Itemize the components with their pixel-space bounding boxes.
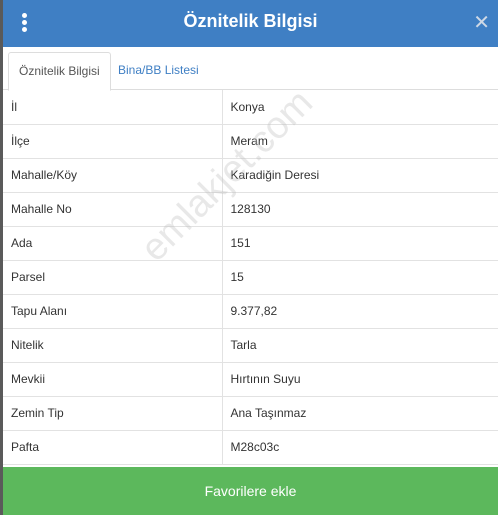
table-row: Parsel 15 xyxy=(3,260,498,295)
attribute-key: Zemin Tip xyxy=(3,396,223,431)
table-row: Mevkii Hırtının Suyu xyxy=(3,362,498,397)
table-row: Mahalle No 128130 xyxy=(3,192,498,227)
attribute-value: 128130 xyxy=(222,192,498,227)
attribute-value: Karadiğin Deresi xyxy=(222,158,498,193)
attribute-value: Ana Taşınmaz xyxy=(222,396,498,431)
attribute-key: İl xyxy=(3,90,223,125)
panel-header: Öznitelik Bilgisi ✕ xyxy=(3,0,498,47)
table-row: Nitelik Tarla xyxy=(3,328,498,363)
attribute-key: İlçe xyxy=(3,124,223,159)
attribute-key: Pafta xyxy=(3,430,223,465)
panel-title: Öznitelik Bilgisi xyxy=(183,11,318,31)
attribute-key: Parsel xyxy=(3,260,223,295)
attribute-key: Tapu Alanı xyxy=(3,294,223,329)
attribute-value: 9.377,82 xyxy=(222,294,498,329)
attribute-value: Konya xyxy=(222,90,498,125)
table-row: İl Konya xyxy=(3,90,498,125)
table-row: Mahalle/Köy Karadiğin Deresi xyxy=(3,158,498,193)
table-row: Zemin Tip Ana Taşınmaz xyxy=(3,396,498,431)
add-to-favorites-button[interactable]: Favorilere ekle xyxy=(3,467,498,515)
attribute-value: Hırtının Suyu xyxy=(222,362,498,397)
attribute-value: 151 xyxy=(222,226,498,261)
attribute-table: İl Konya İlçe Meram Mahalle/Köy Karadiğin D… xyxy=(3,90,498,465)
table-row: İlçe Meram xyxy=(3,124,498,159)
attribute-key: Ada xyxy=(3,226,223,261)
attribute-key: Mahalle No xyxy=(3,192,223,227)
attribute-value: Meram xyxy=(222,124,498,159)
attribute-value: 15 xyxy=(222,260,498,295)
close-icon[interactable]: ✕ xyxy=(473,12,490,34)
attribute-value: Tarla xyxy=(222,328,498,363)
attribute-key: Nitelik xyxy=(3,328,223,363)
tab-building-list[interactable]: Bina/BB Listesi xyxy=(108,52,209,91)
tab-attribute-info[interactable]: Öznitelik Bilgisi xyxy=(8,52,111,91)
table-row: Pafta M28c03c xyxy=(3,430,498,465)
attribute-value: M28c03c xyxy=(222,430,498,465)
attribute-key: Mevkii xyxy=(3,362,223,397)
table-row: Ada 151 xyxy=(3,226,498,261)
attribute-panel: Öznitelik Bilgisi ✕ Öznitelik Bilgisi Bi… xyxy=(3,0,498,515)
tab-bar: Öznitelik Bilgisi Bina/BB Listesi xyxy=(3,47,498,91)
attribute-key: Mahalle/Köy xyxy=(3,158,223,193)
table-row: Tapu Alanı 9.377,82 xyxy=(3,294,498,329)
